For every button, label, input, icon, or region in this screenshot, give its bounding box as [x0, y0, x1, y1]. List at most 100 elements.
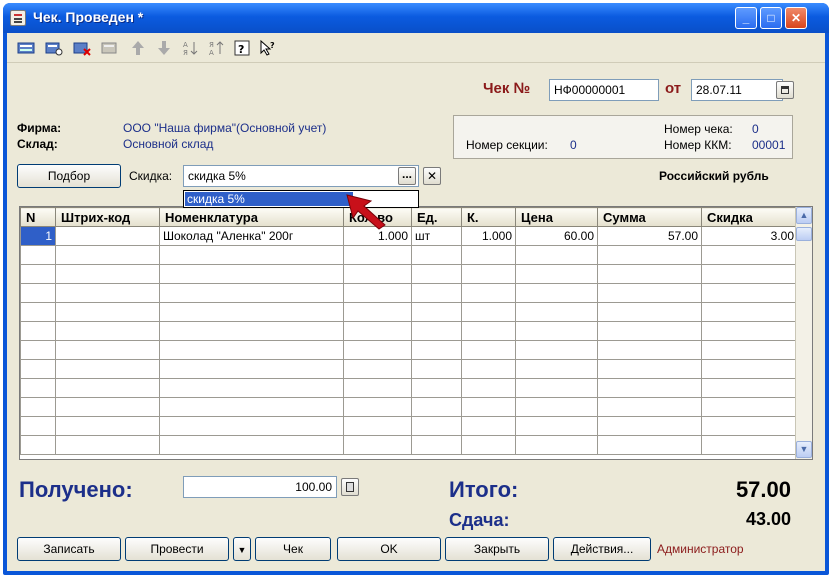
scroll-up-icon[interactable]: ▲ [796, 207, 812, 224]
col-header-n[interactable]: N [20, 207, 56, 227]
cell-item[interactable]: Шоколад "Аленка" 200г [159, 226, 344, 246]
current-user-label: Администратор [657, 542, 744, 556]
add-row-icon[interactable] [17, 39, 35, 57]
table-row[interactable] [20, 378, 798, 398]
table-row[interactable] [20, 283, 798, 303]
window-title: Чек. Проведен * [33, 9, 144, 25]
warehouse-label: Склад: [17, 137, 58, 151]
firm-value[interactable]: ООО "Наша фирма"(Основной учет) [123, 121, 326, 135]
discount-clear-button[interactable]: ✕ [423, 167, 441, 185]
cell-unit[interactable]: шт [411, 226, 462, 246]
total-label: Итого: [449, 477, 519, 502]
table-row[interactable] [20, 321, 798, 341]
table-header-row: N Штрих-код Номенклатура Кол-во Ед. К. Ц… [20, 207, 798, 227]
cell-barcode[interactable] [55, 226, 160, 246]
discount-label: Скидка: [129, 169, 173, 183]
pick-button[interactable]: Подбор [17, 164, 121, 188]
maximize-button[interactable]: □ [760, 7, 782, 29]
ok-button[interactable]: OK [337, 537, 441, 561]
actions-button[interactable]: Действия... [553, 537, 651, 561]
firm-label: Фирма: [17, 121, 62, 135]
discount-field[interactable]: скидка 5% [183, 165, 419, 187]
cell-sum[interactable]: 57.00 [597, 226, 702, 246]
table-row[interactable] [20, 359, 798, 379]
cell-price[interactable]: 60.00 [515, 226, 598, 246]
calculator-button[interactable] [341, 478, 359, 496]
form-body: AЯ ЯA ? ? Чек № НФ00000001 от 28.07.11 Ф… [7, 33, 825, 571]
date-label: от [665, 80, 682, 97]
col-header-discount[interactable]: Скидка [701, 207, 798, 227]
title-bar[interactable]: Чек. Проведен * _ □ ✕ [3, 3, 829, 33]
kkm-number-label: Номер ККМ: [664, 138, 732, 152]
svg-text:?: ? [238, 43, 244, 56]
calendar-icon [781, 86, 789, 94]
print-check-button[interactable]: Чек [255, 537, 331, 561]
svg-text:Я: Я [183, 49, 188, 57]
table-row[interactable] [20, 397, 798, 417]
svg-text:A: A [209, 49, 214, 57]
move-up-icon[interactable] [129, 39, 147, 57]
col-header-sum[interactable]: Сумма [597, 207, 702, 227]
discount-option[interactable]: скидка 5% [185, 192, 353, 206]
toolbar: AЯ ЯA ? ? [7, 33, 825, 63]
warehouse-value[interactable]: Основной склад [123, 137, 213, 151]
document-window: Чек. Проведен * _ □ ✕ AЯ ЯA ? ? Чек № НФ… [3, 3, 829, 575]
col-header-price[interactable]: Цена [515, 207, 598, 227]
document-icon [10, 10, 26, 26]
cell-discount[interactable]: 3.00 [701, 226, 798, 246]
delete-row-icon[interactable] [73, 39, 91, 57]
edit-row-icon[interactable] [101, 39, 119, 57]
post-button[interactable]: Провести [125, 537, 229, 561]
table-row[interactable] [20, 416, 798, 436]
svg-text:Я: Я [209, 41, 214, 49]
kkm-info-panel: Номер чека: 0 Номер секции: 0 Номер ККМ:… [453, 115, 793, 159]
cell-coefficient[interactable]: 1.000 [461, 226, 516, 246]
currency-label: Российский рубль [659, 169, 769, 183]
calculator-icon [346, 482, 354, 492]
doc-number-label: Чек № [483, 80, 531, 97]
close-window-button[interactable]: ✕ [785, 7, 807, 29]
received-label: Получено: [19, 477, 133, 502]
cell-n[interactable]: 1 [20, 226, 56, 246]
table-row[interactable]: 1 Шоколад "Аленка" 200г 1.000 шт 1.000 6… [20, 226, 798, 246]
total-value: 57.00 [735, 477, 791, 502]
col-header-coefficient[interactable]: К. [461, 207, 516, 227]
sort-ascending-icon[interactable]: AЯ [181, 39, 199, 57]
date-field[interactable]: 28.07.11 [691, 79, 783, 101]
col-header-barcode[interactable]: Штрих-код [55, 207, 160, 227]
change-value: 43.00 [745, 509, 791, 529]
chevron-down-icon: ▼ [237, 545, 247, 555]
scroll-down-icon[interactable]: ▼ [796, 441, 812, 458]
save-button[interactable]: Записать [17, 537, 121, 561]
ellipsis-icon: ... [401, 167, 412, 181]
close-button[interactable]: Закрыть [445, 537, 549, 561]
table-row[interactable] [20, 302, 798, 322]
check-number-label: Номер чека: [664, 122, 733, 136]
post-menu-button[interactable]: ▼ [233, 537, 251, 561]
change-label: Сдача: [449, 510, 510, 530]
received-field[interactable]: 100.00 [183, 476, 337, 498]
table-row[interactable] [20, 435, 798, 455]
minimize-button[interactable]: _ [735, 7, 757, 29]
move-down-icon[interactable] [155, 39, 173, 57]
table-scrollbar[interactable]: ▲ ▼ [795, 207, 812, 459]
section-number-value: 0 [570, 138, 577, 152]
col-header-unit[interactable]: Ед. [411, 207, 462, 227]
table-row[interactable] [20, 264, 798, 284]
check-number-value: 0 [752, 122, 759, 136]
context-help-icon[interactable]: ? [259, 39, 277, 57]
calendar-button[interactable] [776, 81, 794, 99]
doc-number-field[interactable]: НФ00000001 [549, 79, 659, 101]
svg-text:A: A [183, 41, 188, 49]
scroll-thumb[interactable] [796, 227, 812, 241]
goods-table-grid: N Штрих-код Номенклатура Кол-во Ед. К. Ц… [20, 207, 798, 455]
goods-table: N Штрих-код Номенклатура Кол-во Ед. К. Ц… [19, 206, 813, 460]
col-header-item[interactable]: Номенклатура [159, 207, 344, 227]
copy-row-icon[interactable] [45, 39, 63, 57]
kkm-number-value: 00001 [752, 138, 786, 152]
sort-descending-icon[interactable]: ЯA [207, 39, 225, 57]
discount-select-button[interactable]: ... [398, 167, 416, 185]
table-row[interactable] [20, 340, 798, 360]
table-row[interactable] [20, 245, 798, 265]
help-icon[interactable]: ? [233, 39, 251, 57]
